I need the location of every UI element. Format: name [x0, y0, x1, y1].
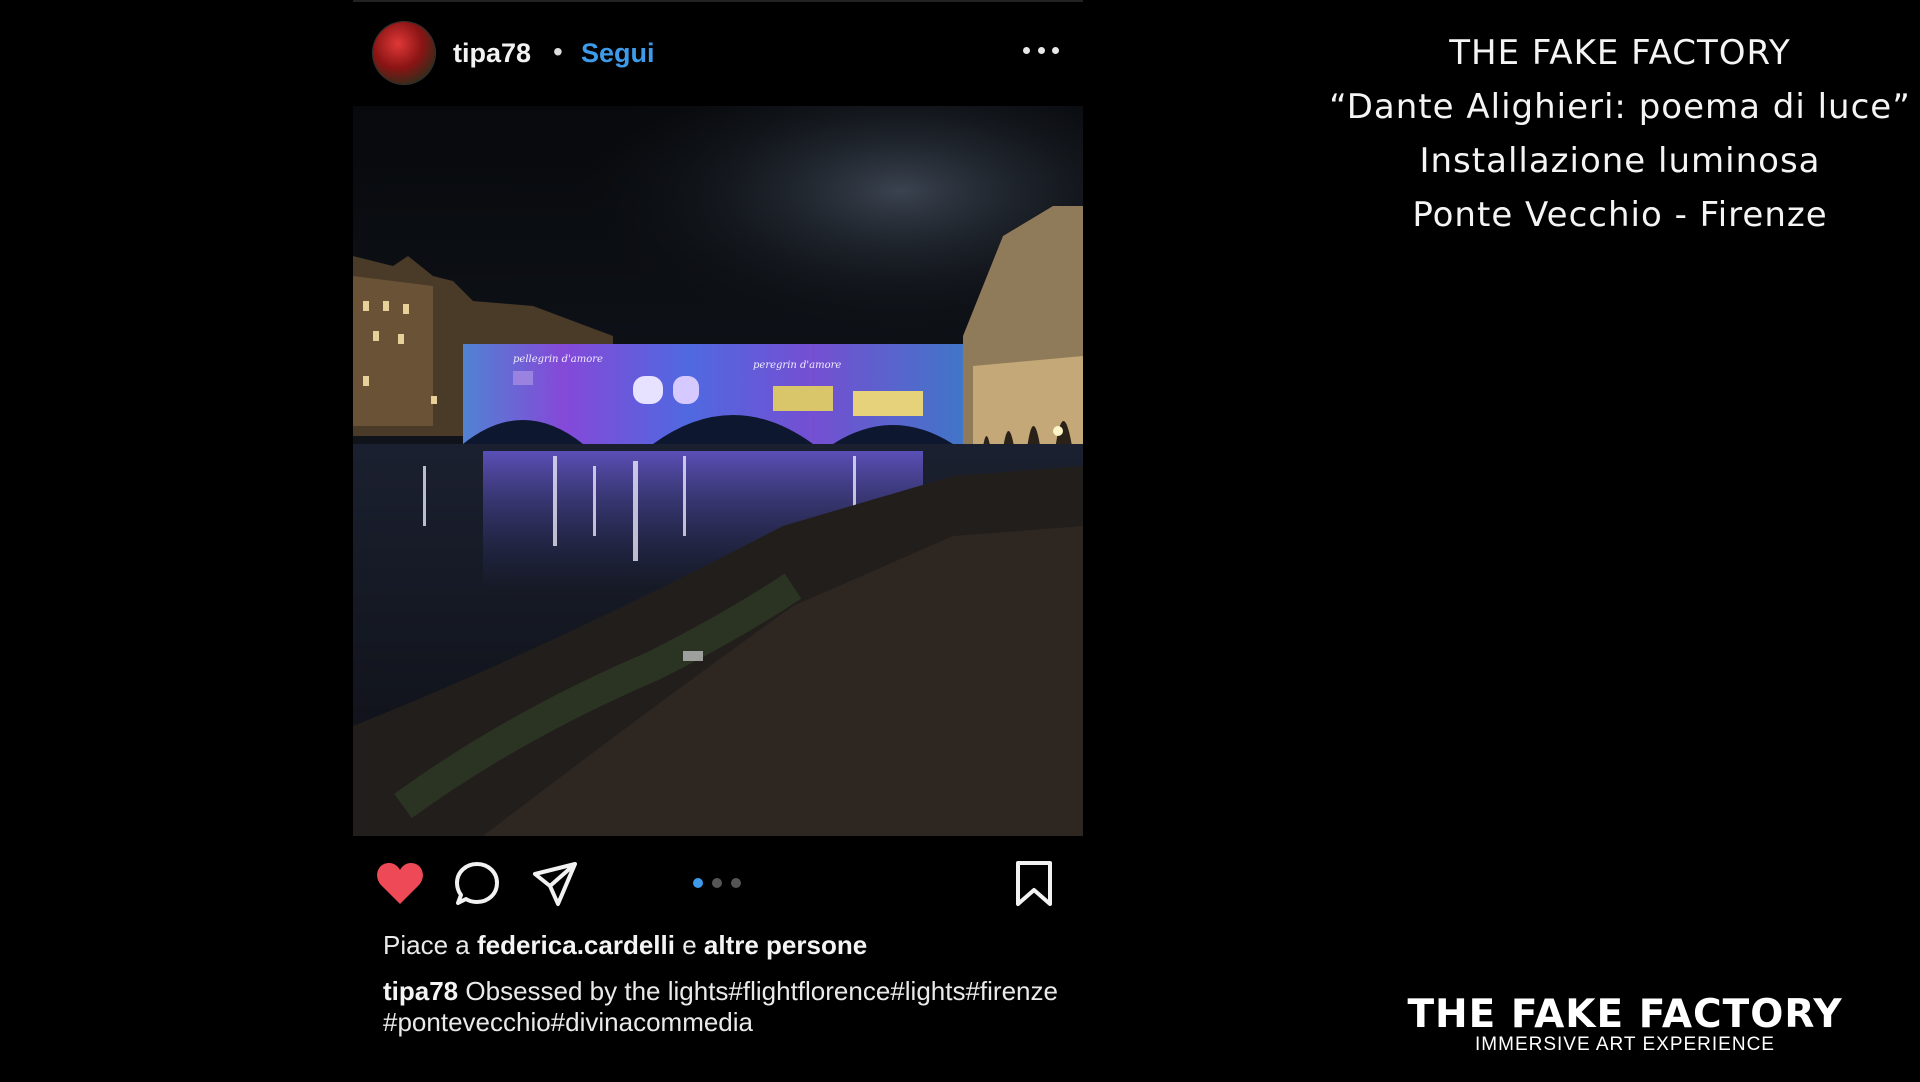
post-photo[interactable]: pellegrin d'amore peregrin d'amore: [353, 106, 1083, 836]
info-title: THE FAKE FACTORY: [1449, 33, 1791, 73]
info-work-title: “Dante Alighieri: poema di luce”: [1329, 87, 1911, 127]
caption-text: Obsessed by the lights#flightflorence#li…: [383, 976, 1058, 1037]
carousel-indicator: [693, 878, 753, 890]
post-caption: tipa78 Obsessed by the lights#flightflor…: [383, 976, 1063, 1038]
carousel-dot: [712, 878, 722, 888]
info-panel: THE FAKE FACTORY “Dante Alighieri: poema…: [1300, 26, 1920, 242]
projected-text-2: peregrin d'amore: [753, 360, 841, 371]
comment-icon[interactable]: [453, 860, 501, 908]
post-header: tipa78 • Segui: [353, 2, 1083, 106]
projected-text-1: pellegrin d'amore: [513, 354, 603, 365]
post-actions: [353, 836, 1083, 932]
likes-user-link[interactable]: federica.cardelli: [477, 930, 675, 960]
instagram-post: tipa78 • Segui pellegrin d'amore peregri…: [353, 0, 1083, 1082]
likes-conjunction: e: [682, 930, 697, 960]
likes-prefix: Piace a: [383, 930, 470, 960]
more-icon[interactable]: [1021, 38, 1061, 62]
header-separator: •: [553, 36, 563, 67]
info-location: Ponte Vecchio - Firenze: [1412, 195, 1828, 235]
user-avatar[interactable]: [373, 22, 435, 84]
likes-others-link[interactable]: altre persone: [704, 930, 867, 960]
brand-logo: THE FAKE FACTORY IMMERSIVE ART EXPERIENC…: [1390, 992, 1860, 1055]
likes-summary: Piace a federica.cardelli e altre person…: [383, 930, 867, 961]
send-icon[interactable]: [531, 860, 579, 908]
heart-filled-icon[interactable]: [375, 860, 425, 906]
carousel-dot-active: [693, 878, 703, 888]
info-type: Installazione luminosa: [1419, 141, 1821, 181]
caption-username[interactable]: tipa78: [383, 976, 458, 1006]
brand-tagline: IMMERSIVE ART EXPERIENCE: [1475, 1034, 1775, 1055]
brand-name: THE FAKE FACTORY: [1407, 992, 1843, 1037]
bookmark-icon[interactable]: [1013, 860, 1055, 908]
post-username[interactable]: tipa78: [453, 38, 531, 69]
ponte-vecchio-photo: pellegrin d'amore peregrin d'amore: [353, 106, 1083, 836]
carousel-dot: [731, 878, 741, 888]
follow-button[interactable]: Segui: [581, 38, 655, 69]
